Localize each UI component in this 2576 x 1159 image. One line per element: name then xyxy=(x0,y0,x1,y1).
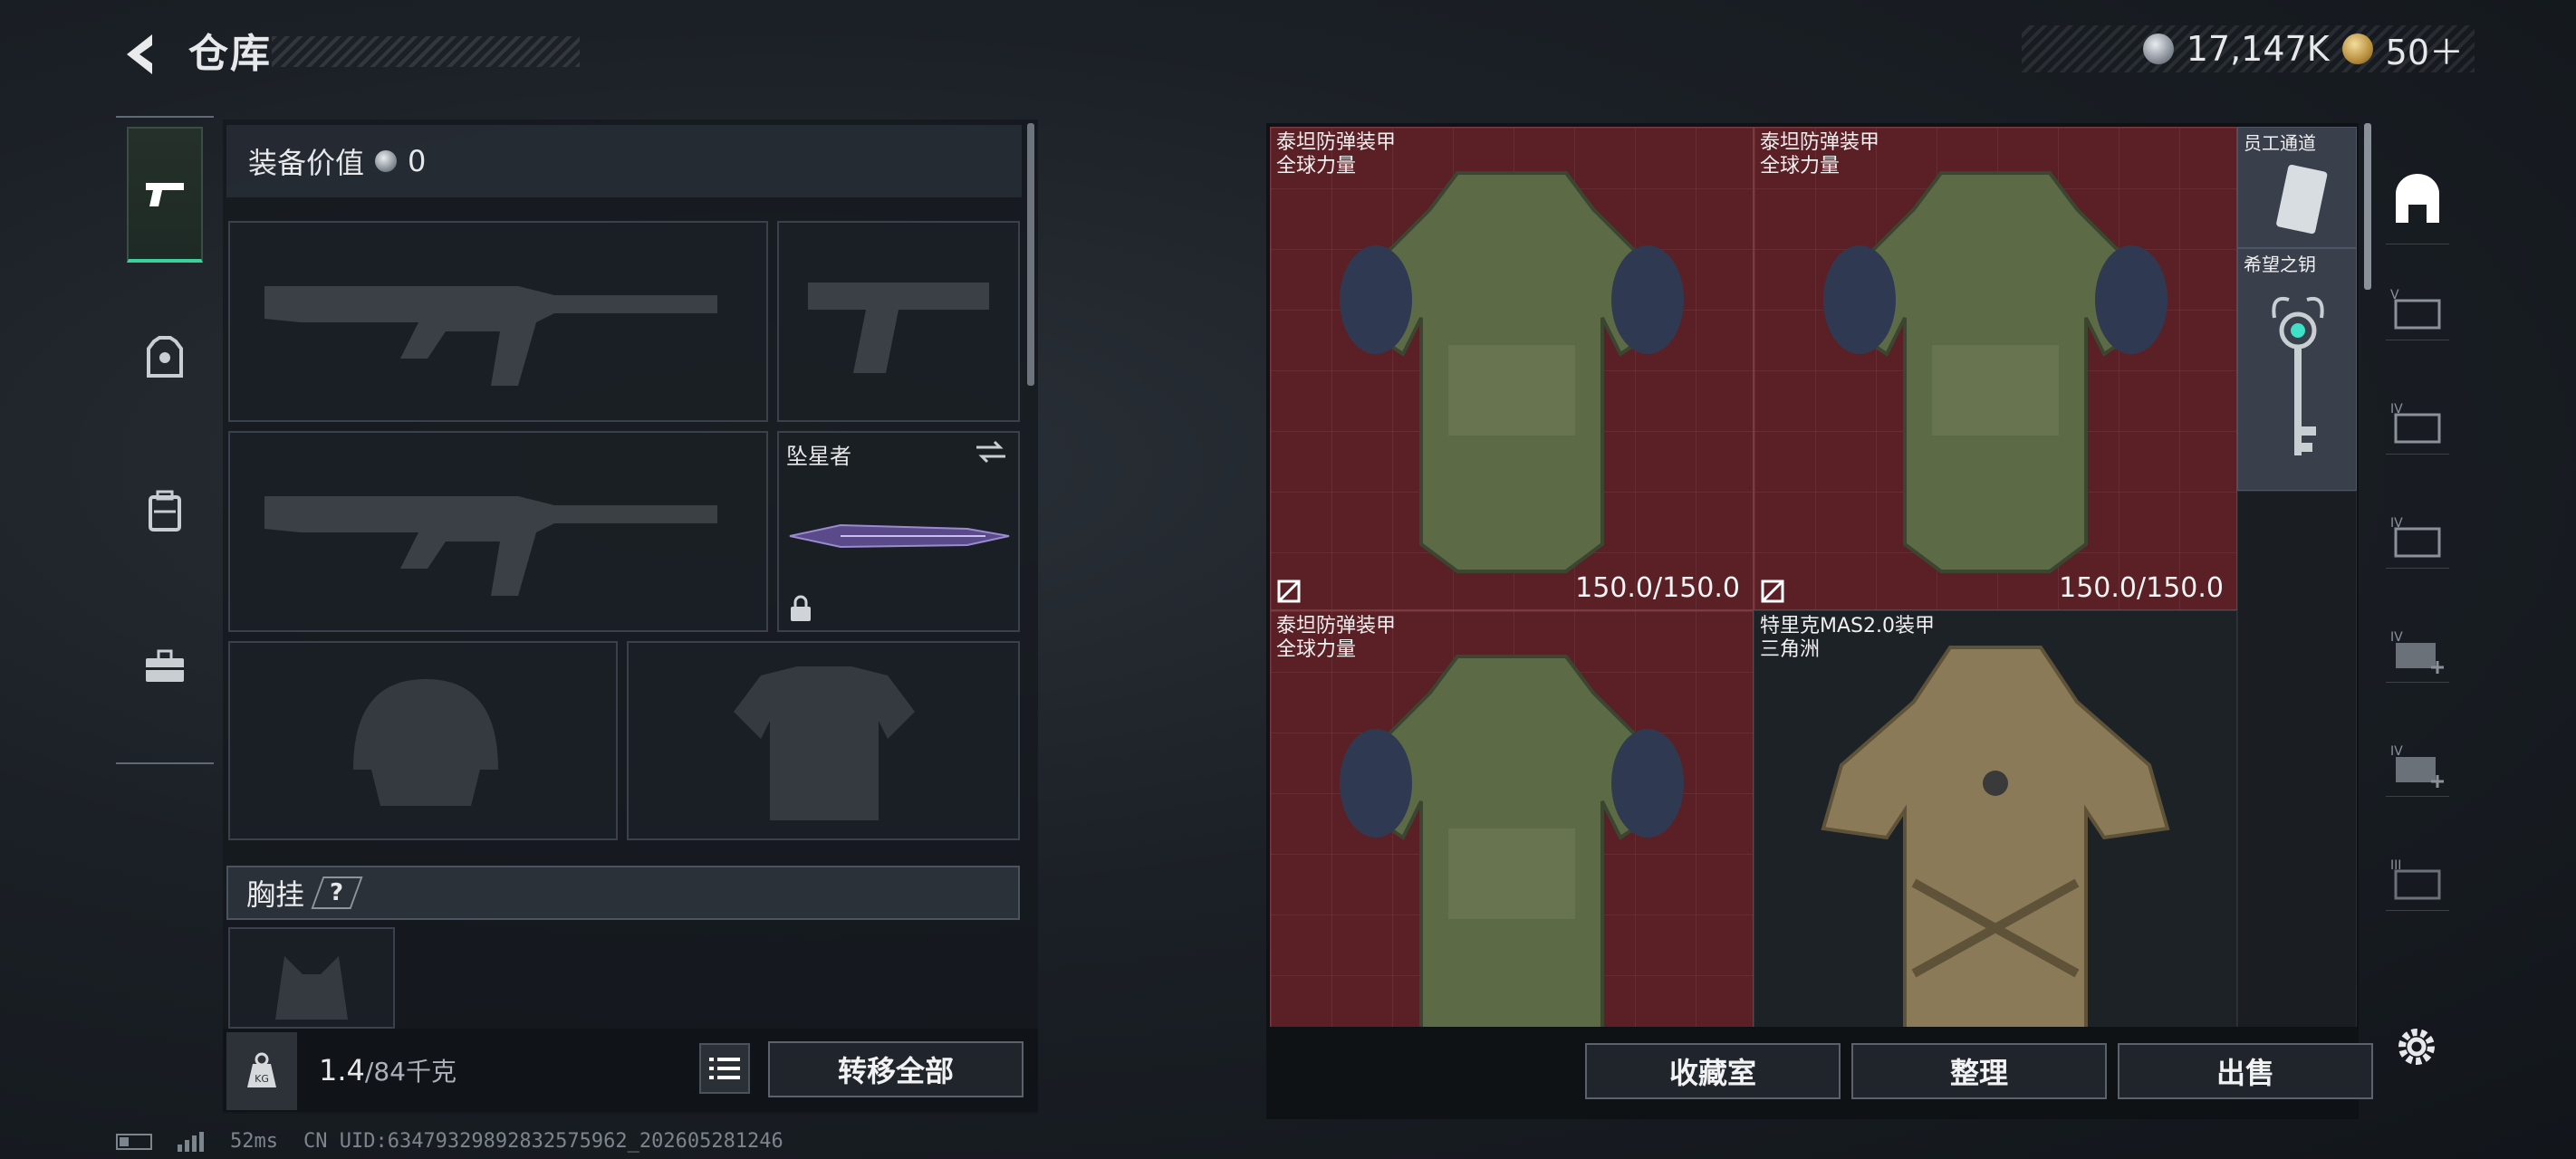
storage-item[interactable]: 泰坦防弹装甲 全球力量 xyxy=(1270,610,1754,1027)
help-button[interactable]: ? xyxy=(311,876,363,909)
gold-currency-amount[interactable]: 50＋ xyxy=(2386,24,2464,74)
case-icon: IV xyxy=(2390,516,2441,557)
storage-grid: 泰坦防弹装甲 全球力量 150.0/150.0 泰坦防弹装甲 全球力量 150.0/… xyxy=(1270,127,2357,1027)
case-icon: III xyxy=(2390,858,2441,899)
currency-bar: 17,147K 50＋ xyxy=(2022,25,2475,72)
pistol-icon xyxy=(146,183,184,206)
storage-page-main[interactable] xyxy=(2386,154,2449,244)
rail-tab-weapons[interactable] xyxy=(127,127,203,263)
keycard-icon xyxy=(2276,164,2328,235)
storage-page-iv-1[interactable]: IV xyxy=(2386,391,2449,455)
no-trade-icon xyxy=(1761,580,1784,603)
rail-tab-backpack[interactable] xyxy=(127,444,203,580)
chest-rig-header: 胸挂 ? xyxy=(226,866,1020,920)
status-line: 52ms CN UID:63479329892832575962_2026052… xyxy=(116,1130,783,1153)
melee-slot[interactable]: 坠星者 xyxy=(777,431,1020,632)
storage-page-v[interactable]: V xyxy=(2386,277,2449,340)
storage-item[interactable]: 泰坦防弹装甲 全球力量 150.0/150.0 xyxy=(1754,127,2237,610)
storage-item[interactable]: 特里克MAS2.0装甲 三角洲 xyxy=(1754,610,2237,1027)
secondary-weapon-slot[interactable] xyxy=(228,431,768,632)
storage-page-iv-2[interactable]: IV xyxy=(2386,505,2449,569)
weight-readout: 1.4/84千克 xyxy=(319,1052,457,1088)
rail-tab-toolbox[interactable] xyxy=(127,598,203,733)
knife-icon xyxy=(789,523,1010,549)
rifle-silhouette-icon xyxy=(264,496,717,596)
chest-rig-silhouette-icon xyxy=(275,956,348,1020)
chest-rig-slot[interactable] xyxy=(228,927,395,1029)
item-durability: 150.0/150.0 xyxy=(1575,572,1740,604)
back-button[interactable] xyxy=(114,27,168,81)
body-armor-icon xyxy=(1823,171,2167,573)
storage-pages-rail: V IV IV IV IV III xyxy=(2369,123,2460,1029)
storage-item[interactable]: 泰坦防弹装甲 全球力量 150.0/150.0 xyxy=(1270,127,1754,610)
backpack-icon xyxy=(149,490,181,532)
swap-icon[interactable] xyxy=(973,438,1009,465)
list-view-button[interactable] xyxy=(699,1043,750,1094)
pistol-slot[interactable] xyxy=(777,221,1020,422)
uid-readout: CN UID:63479329892832575962_202605281246 xyxy=(303,1130,783,1153)
svg-text:IV: IV xyxy=(2390,630,2403,645)
armor-silhouette-icon xyxy=(734,666,915,820)
ping-readout: 52ms xyxy=(230,1130,278,1153)
transfer-all-button[interactable]: 转移全部 xyxy=(768,1041,1024,1097)
key-icon xyxy=(2272,297,2324,455)
category-rail xyxy=(116,116,214,764)
title-decoration xyxy=(272,36,580,67)
storage-item-small[interactable]: 员工通道 xyxy=(2237,127,2357,248)
svg-text:KG: KG xyxy=(255,1073,269,1085)
page-title: 仓库 xyxy=(188,31,272,77)
gold-coin-icon xyxy=(2341,34,2373,64)
weight-current: 1.4 xyxy=(319,1053,365,1087)
helmet-silhouette-icon xyxy=(353,679,498,806)
signal-icon xyxy=(178,1131,204,1152)
help-glyph: ? xyxy=(330,879,344,906)
list-icon xyxy=(709,1058,740,1079)
storage-page-iii[interactable]: III xyxy=(2386,848,2449,911)
equipment-value-header: 装备价值 0 xyxy=(226,125,1022,197)
silver-coin-icon xyxy=(375,150,398,172)
no-trade-icon xyxy=(1277,580,1301,603)
item-name: 希望之钥 xyxy=(2244,254,2316,275)
item-durability: 150.0/150.0 xyxy=(2059,572,2224,604)
svg-text:IV: IV xyxy=(2390,744,2403,759)
melee-name: 坠星者 xyxy=(786,444,851,469)
armor-icon xyxy=(147,336,183,378)
case-icon: IV xyxy=(2390,402,2441,443)
storage-item-small[interactable]: 希望之钥 xyxy=(2237,248,2357,491)
add-case-icon: IV xyxy=(2390,630,2444,674)
weight-capacity: /84千克 xyxy=(364,1057,457,1087)
settings-gear-icon[interactable] xyxy=(2388,1018,2446,1076)
body-armor-icon xyxy=(1340,171,1684,573)
weight-icon: KG xyxy=(226,1032,297,1110)
organize-button[interactable]: 整理 xyxy=(1851,1043,2107,1099)
lock-icon xyxy=(791,595,811,621)
rifle-silhouette-icon xyxy=(264,286,717,386)
silver-coin-icon xyxy=(2142,34,2174,64)
equipment-value-label: 装备价值 xyxy=(248,146,365,180)
primary-weapon-slot[interactable] xyxy=(228,221,768,422)
item-name: 员工通道 xyxy=(2244,132,2316,154)
helmet-slot[interactable] xyxy=(228,641,618,840)
sell-button[interactable]: 出售 xyxy=(2118,1043,2373,1099)
body-armor-slot[interactable] xyxy=(627,641,1020,840)
equipment-value: 0 xyxy=(408,144,427,178)
add-case-icon: IV xyxy=(2390,744,2444,788)
toolbox-icon xyxy=(146,649,184,682)
silver-currency-amount: 17,147K xyxy=(2186,29,2330,69)
safebox-icon xyxy=(2396,173,2439,223)
storage-page-iv-add-2[interactable]: IV xyxy=(2386,733,2449,797)
collection-room-button[interactable]: 收藏室 xyxy=(1585,1043,1841,1099)
equipment-scrollbar[interactable] xyxy=(1027,123,1034,386)
rail-tab-armor[interactable] xyxy=(127,290,203,426)
storage-page-iv-add-1[interactable]: IV xyxy=(2386,619,2449,683)
body-armor-icon xyxy=(1821,646,2170,1027)
battery-icon xyxy=(116,1133,152,1150)
chest-rig-label: 胸挂 xyxy=(246,877,305,912)
body-armor-icon xyxy=(1340,655,1684,1027)
case-icon: V xyxy=(2390,288,2441,329)
pistol-silhouette-icon xyxy=(808,283,989,373)
empty-cell xyxy=(2237,491,2357,1027)
